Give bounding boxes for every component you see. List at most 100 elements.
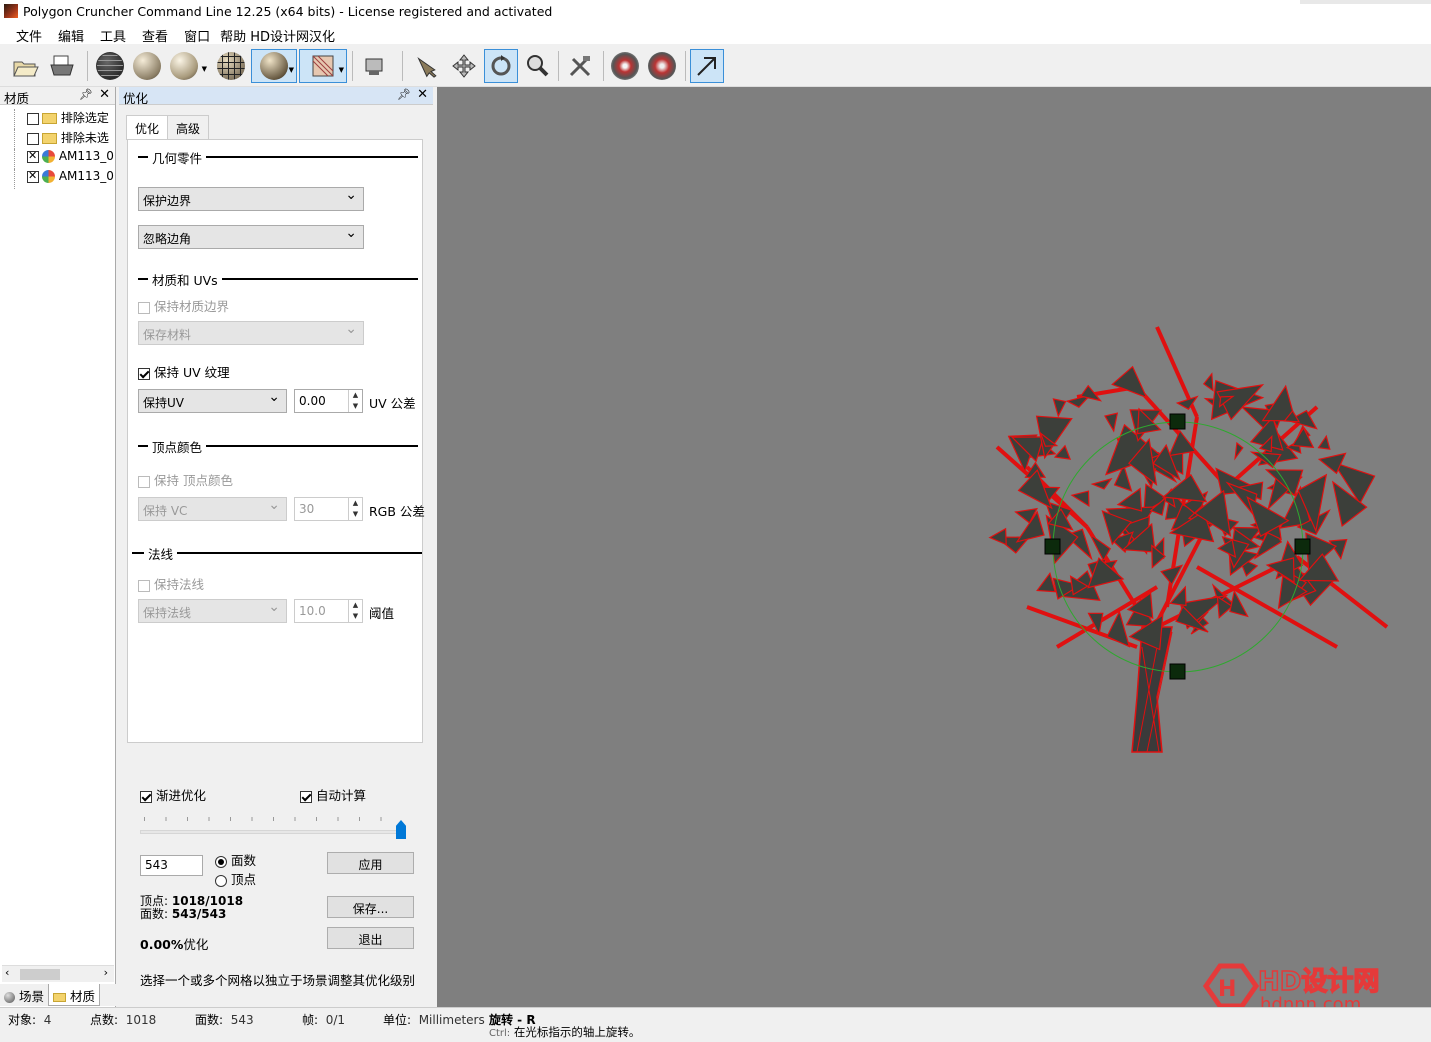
normals-threshold-spinner[interactable]: 10.0 ▲ ▼ — [294, 599, 363, 623]
star-icon[interactable] — [645, 49, 679, 83]
texture-icon[interactable]: ▼ — [299, 49, 347, 83]
gizmo-handle-bottom[interactable] — [1169, 663, 1186, 680]
toolbar: ▼ ▼ ▼ — [0, 45, 1431, 87]
apply-button[interactable]: 应用 — [327, 852, 414, 874]
close-icon[interactable]: ✕ — [417, 87, 428, 102]
select-arrow-icon[interactable] — [411, 49, 445, 83]
tree-item[interactable]: 排除选定 — [14, 109, 115, 129]
uv-tolerance-spinner[interactable]: 0.00 ▲ ▼ — [294, 389, 363, 413]
radio-faces[interactable]: 面数 — [215, 850, 256, 869]
optimization-percent: 0.00%优化 — [140, 937, 209, 952]
rotate-icon[interactable] — [484, 49, 518, 83]
uv-dropdown[interactable]: 保持UV — [138, 389, 287, 413]
slider-thumb[interactable] — [396, 820, 406, 839]
shaded-sphere-icon[interactable]: ▼ — [251, 49, 297, 83]
geometry-group: 几何零件 — [138, 148, 422, 167]
tools-icon[interactable] — [563, 49, 597, 83]
zoom-icon[interactable] — [520, 49, 554, 83]
pin-icon[interactable]: 📌︎ — [397, 88, 411, 101]
rgb-tolerance-label: RGB 公差 — [369, 504, 425, 519]
status-mode-hint: Ctrl: 在光标指示的轴上旋转。 — [489, 1025, 641, 1039]
scrollbar-thumb[interactable] — [20, 969, 60, 980]
checkbox[interactable] — [27, 169, 39, 183]
checkbox[interactable] — [138, 475, 150, 488]
radio-button[interactable] — [215, 855, 227, 868]
save-button[interactable]: 保存... — [327, 896, 414, 918]
close-icon[interactable]: ✕ — [99, 87, 110, 102]
optimization-slider[interactable] — [140, 812, 410, 842]
checkbox[interactable] — [138, 301, 150, 314]
radiation-icon[interactable] — [608, 49, 642, 83]
spinner-arrows[interactable]: ▲ ▼ — [348, 600, 362, 622]
optimize-panel-title: 优化 — [123, 91, 149, 106]
checkbox[interactable] — [27, 149, 39, 163]
tree-model[interactable] — [437, 87, 1431, 1007]
count-input[interactable]: 543 — [140, 855, 203, 876]
checkbox[interactable] — [138, 367, 150, 380]
smooth-sphere-icon[interactable] — [130, 49, 164, 83]
keep-uv-checkbox[interactable]: 保持 UV 纹理 — [138, 362, 230, 381]
gizmo-handle-left[interactable] — [1044, 538, 1061, 555]
grid-sphere-icon[interactable] — [214, 49, 248, 83]
tab-materials[interactable]: 材质 — [48, 984, 100, 1006]
tree-item-label: AM113_0 — [58, 149, 114, 163]
folder-icon — [42, 133, 57, 144]
3d-viewport[interactable] — [437, 87, 1431, 1007]
keep-material-borders-checkbox[interactable]: 保持材质边界 — [138, 296, 229, 315]
leaf-polygon — [1104, 412, 1119, 433]
normals-dropdown[interactable]: 保持法线 — [138, 599, 287, 623]
radio-button[interactable] — [215, 874, 227, 887]
menu-file[interactable]: 文件 — [8, 23, 50, 45]
leaf-polygon — [1317, 434, 1331, 450]
spinner-arrows[interactable]: ▲ ▼ — [348, 390, 362, 412]
status-faces: 面数: 543 — [195, 1013, 254, 1027]
checkbox[interactable] — [27, 132, 39, 145]
open-icon[interactable] — [8, 49, 42, 83]
menu-edit[interactable]: 编辑 — [50, 23, 92, 45]
status-frames: 帧: 0/1 — [302, 1013, 345, 1027]
spinner-arrows[interactable]: ▲ ▼ — [348, 498, 362, 520]
hint-text: 选择一个或多个网格以独立于场景调整其优化级别 — [140, 973, 416, 988]
autocalc-checkbox[interactable]: 自动计算 — [300, 785, 366, 804]
normals-group-label: 法线 — [144, 544, 178, 563]
menu-help[interactable]: 帮助 HD设计网汉化 — [218, 23, 343, 45]
checkbox[interactable] — [27, 112, 39, 125]
flat-sphere-icon[interactable]: ▼ — [167, 49, 207, 83]
tree-item[interactable]: 排除未选 — [14, 129, 115, 149]
gizmo-handle-right[interactable] — [1294, 538, 1311, 555]
rgb-tolerance-spinner[interactable]: 30 ▲ ▼ — [294, 497, 363, 521]
move-icon[interactable] — [447, 49, 481, 83]
checkbox[interactable] — [140, 790, 152, 803]
tree-item[interactable]: AM113_0 — [14, 169, 115, 189]
slider-track[interactable] — [140, 830, 405, 834]
menu-window[interactable]: 窗口 — [176, 23, 218, 45]
menu-view[interactable]: 查看 — [134, 23, 176, 45]
window-controls[interactable] — [1300, 0, 1431, 4]
tree-item[interactable]: AM113_0 — [14, 149, 115, 169]
gizmo-handle-top[interactable] — [1169, 413, 1186, 430]
tab-scene[interactable]: 场景 — [0, 984, 48, 1006]
print-icon[interactable] — [45, 49, 79, 83]
vertex-color-dropdown[interactable]: 保持 VC — [138, 497, 287, 521]
tree-item-label: 排除选定 — [60, 111, 109, 125]
keep-vertex-color-checkbox[interactable]: 保持 顶点颜色 — [138, 470, 233, 489]
exit-button[interactable]: 退出 — [327, 927, 414, 949]
camera-icon[interactable] — [357, 49, 391, 83]
status-objects: 对象: 4 — [8, 1013, 52, 1027]
corner-dropdown[interactable]: 忽略边角 — [138, 225, 364, 249]
material-dropdown[interactable]: 保存材料 — [138, 321, 364, 345]
tab-advanced[interactable]: 高级 — [167, 115, 210, 139]
keep-normals-checkbox[interactable]: 保持法线 — [138, 574, 204, 593]
radio-vertices[interactable]: 顶点 — [215, 869, 256, 888]
checkbox[interactable] — [138, 579, 150, 592]
progressive-checkbox[interactable]: 渐进优化 — [140, 785, 206, 804]
checkbox[interactable] — [300, 790, 312, 803]
menu-tools[interactable]: 工具 — [92, 23, 134, 45]
boundary-dropdown[interactable]: 保护边界 — [138, 187, 364, 211]
tree-item-label: AM113_0 — [58, 169, 114, 183]
tab-optimize[interactable]: 优化 — [126, 115, 169, 140]
pin-icon[interactable]: 📌︎ — [79, 88, 93, 101]
horizontal-scrollbar[interactable]: ‹ › — [2, 965, 114, 982]
diagonal-arrow-icon[interactable] — [690, 49, 724, 83]
wireframe-sphere-icon[interactable] — [93, 49, 127, 83]
